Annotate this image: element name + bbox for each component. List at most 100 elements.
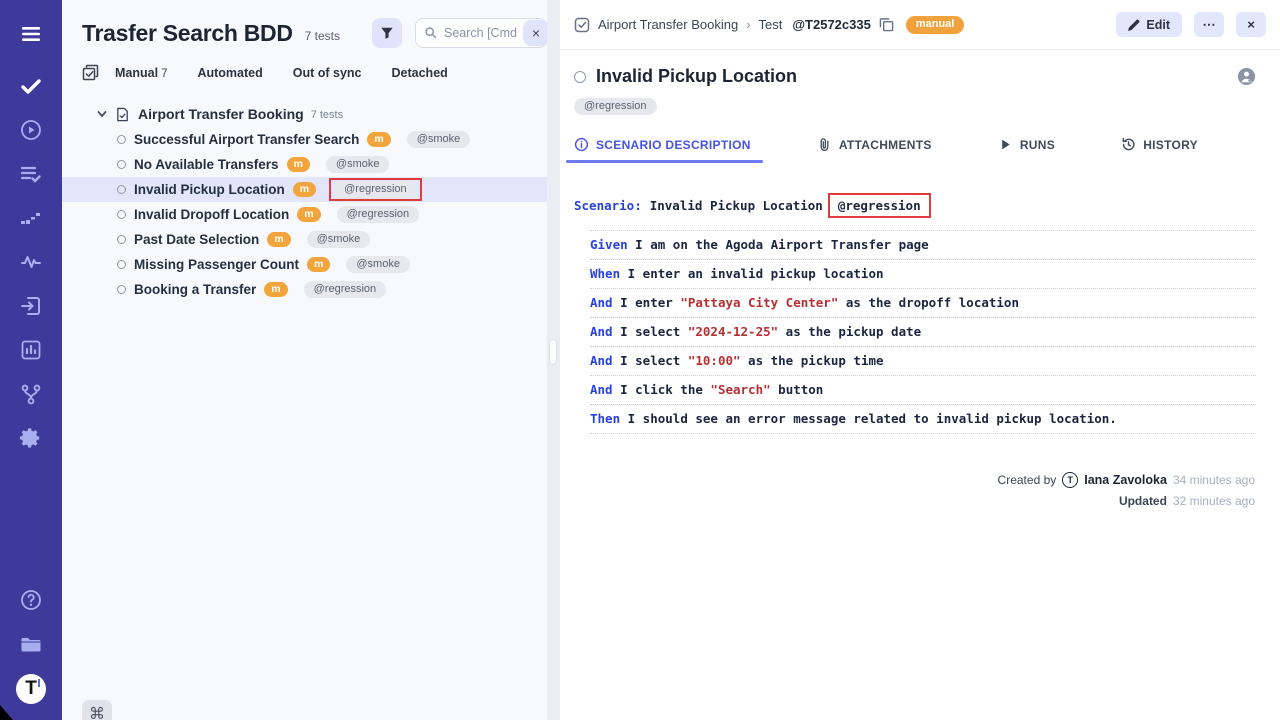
breadcrumb-separator: › <box>746 17 750 32</box>
tag-pill: @regression <box>334 181 417 198</box>
manual-mini-badge: m <box>307 257 330 273</box>
test-row[interactable]: Booking a Transferm@regression <box>62 277 547 302</box>
test-row[interactable]: Past Date Selectionm@smoke <box>62 227 547 252</box>
test-name: Missing Passenger Count <box>134 257 299 272</box>
gherkin-step: Then I should see an error message relat… <box>590 405 1256 434</box>
tag-pill: @regression <box>304 281 387 298</box>
manual-mini-badge: m <box>297 207 320 223</box>
assignee-avatar-icon[interactable] <box>1237 67 1256 86</box>
gherkin-step: Given I am on the Agoda Airport Transfer… <box>590 231 1256 260</box>
manual-mini-badge: m <box>293 182 316 198</box>
tab-runs[interactable]: RUNS <box>998 137 1055 163</box>
breadcrumb-suite[interactable]: Airport Transfer Booking <box>598 17 738 32</box>
tab-automated[interactable]: Automated <box>197 66 262 80</box>
test-id: @T2572c335 <box>792 17 870 32</box>
annotation-red-box: @regression <box>329 178 422 201</box>
gherkin-step: And I click the "Search" button <box>590 376 1256 405</box>
test-name: No Available Transfers <box>134 157 279 172</box>
meta-info: Created by T Iana Zavoloka 34 minutes ag… <box>574 472 1256 514</box>
test-row[interactable]: Missing Passenger Count m @smoke <box>62 252 547 277</box>
manual-mini-badge: m <box>367 132 390 148</box>
suite-tests-count: 7 tests <box>311 109 343 121</box>
test-name: Successful Airport Transfer Search <box>134 132 359 147</box>
test-plan-icon[interactable] <box>17 160 45 188</box>
branch-icon[interactable] <box>17 380 45 408</box>
tab-attachments[interactable]: ATTACHMENTS <box>817 137 932 163</box>
testomat-logo[interactable]: T <box>16 674 46 704</box>
tests-check-icon[interactable] <box>17 72 45 100</box>
menu-icon[interactable] <box>17 20 45 48</box>
command-shortcut-hint[interactable]: ⌘ <box>82 700 112 720</box>
search-clear-button[interactable]: × <box>523 20 549 46</box>
feature-file-icon <box>115 107 130 122</box>
gear-icon[interactable] <box>17 424 45 452</box>
tests-tree: Airport Transfer Booking 7 tests Success… <box>62 93 547 302</box>
cursor-artifact <box>0 705 13 720</box>
test-title: Invalid Pickup Location <box>596 66 797 87</box>
pulse-icon[interactable] <box>17 248 45 276</box>
test-name: Invalid Dropoff Location <box>134 207 289 222</box>
test-tags: @regression <box>574 98 1256 115</box>
test-row[interactable]: Invalid Pickup Location m @regression <box>62 177 547 202</box>
suite-row[interactable]: Airport Transfer Booking 7 tests <box>62 101 547 127</box>
chevron-down-icon <box>97 109 107 119</box>
test-name: Past Date Selection <box>134 232 259 247</box>
edit-button[interactable]: Edit <box>1116 12 1182 37</box>
gherkin-steps: Given I am on the Agoda Airport Transfer… <box>590 230 1256 434</box>
tag-pill: @smoke <box>326 156 390 173</box>
updated-label: Updated <box>1119 494 1167 508</box>
copy-icon[interactable] <box>879 17 894 32</box>
manual-mini-badge: m <box>287 157 310 173</box>
funnel-icon <box>380 26 394 40</box>
test-row[interactable]: No Available Transfers m @smoke <box>62 152 547 177</box>
manual-mini-badge: m <box>267 232 290 248</box>
sidebar: T <box>0 0 62 720</box>
import-icon[interactable] <box>17 292 45 320</box>
steps-icon[interactable] <box>17 204 45 232</box>
tests-panel: Trasfer Search BDD 7 tests × Manual7Auto… <box>62 0 547 720</box>
play-circle-icon[interactable] <box>17 116 45 144</box>
app-root: T Trasfer Search BDD 7 tests × <box>0 0 1280 720</box>
updated-time: 32 minutes ago <box>1173 494 1255 508</box>
tab-out-of-sync[interactable]: Out of sync <box>293 66 362 80</box>
manual-mini-badge: m <box>264 282 287 298</box>
tab-history[interactable]: HISTORY <box>1121 137 1198 163</box>
test-row[interactable]: Successful Airport Transfer Search m @smok… <box>62 127 547 152</box>
filter-button[interactable] <box>372 18 402 48</box>
tab-manual[interactable]: Manual7 <box>115 66 167 80</box>
scenario-name: Invalid Pickup Location <box>650 198 823 213</box>
test-name: Invalid Pickup Location <box>134 182 285 197</box>
tag-pill: @smoke <box>407 131 471 148</box>
analytics-icon[interactable] <box>17 336 45 364</box>
scenario-tag-annotation: @regression <box>828 193 931 218</box>
tab-detached[interactable]: Detached <box>392 66 448 80</box>
more-button[interactable]: ⋯ <box>1194 12 1224 37</box>
manual-badge: manual <box>906 16 965 34</box>
author-name: Iana Zavoloka <box>1084 473 1167 487</box>
tab-scenario-description[interactable]: SCENARIO DESCRIPTION <box>574 137 751 163</box>
tag-pill: @regression <box>574 98 657 115</box>
detail-tabs: SCENARIO DESCRIPTION ATTACHMENTS RUNS HISTO… <box>574 137 1256 163</box>
select-all-icon[interactable] <box>82 64 99 81</box>
close-button[interactable]: × <box>1236 12 1266 37</box>
play-icon <box>998 137 1013 152</box>
divider-handle[interactable] <box>550 340 556 364</box>
pencil-icon <box>1128 19 1140 31</box>
paperclip-icon <box>817 137 832 152</box>
test-detail-panel: Airport Transfer Booking › Test @T2572c3… <box>560 0 1280 720</box>
test-row[interactable]: Invalid Dropoff Location m @regression <box>62 202 547 227</box>
projects-folder-icon[interactable] <box>17 630 45 658</box>
gherkin-step: And I enter "Pattaya City Center" as the… <box>590 289 1256 318</box>
gherkin-step: And I select "10:00" as the pickup time <box>590 347 1256 376</box>
created-time: 34 minutes ago <box>1173 473 1255 487</box>
scenario-keyword: Scenario: <box>574 198 642 213</box>
tests-filter-tabs: Manual7 Automated Out of sync Detached <box>82 64 547 93</box>
breadcrumb-test-label: Test <box>759 17 783 32</box>
tag-pill: @smoke <box>346 256 410 273</box>
info-icon <box>574 137 589 152</box>
tests-panel-header: Trasfer Search BDD 7 tests × Manual7Auto… <box>62 0 547 93</box>
panel-divider[interactable] <box>547 0 560 720</box>
author-avatar: T <box>1062 472 1078 488</box>
tag-pill: @regression <box>337 206 420 223</box>
help-icon[interactable] <box>17 586 45 614</box>
